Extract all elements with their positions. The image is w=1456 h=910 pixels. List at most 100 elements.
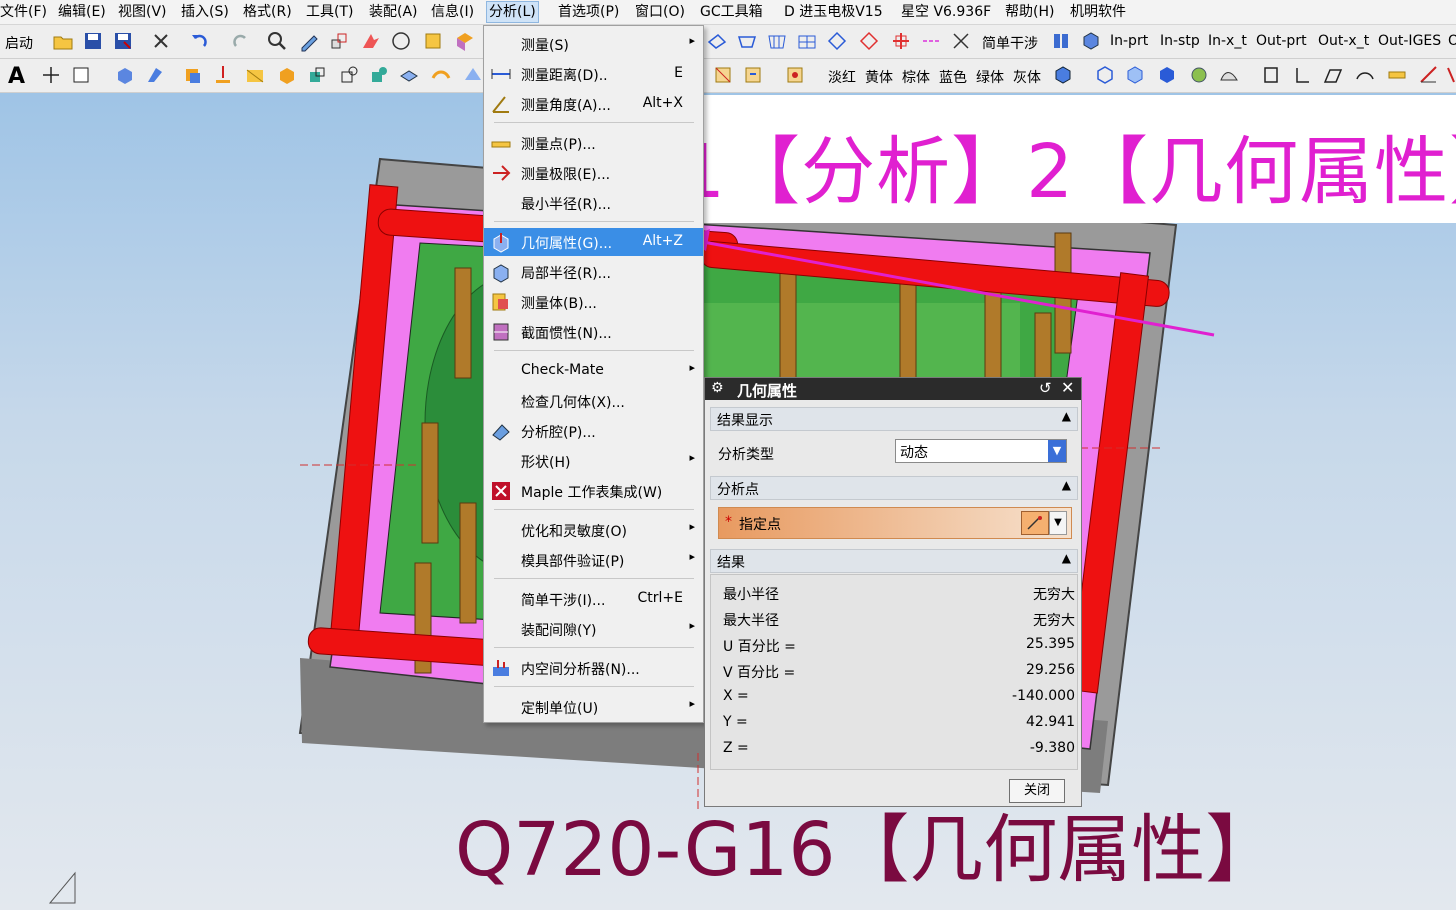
view-cube-icon-1[interactable] [1052,64,1074,86]
menu-measure-angle[interactable]: 测量角度(A)... Alt+X [484,90,703,118]
view-cube-icon-3[interactable] [1124,64,1146,86]
layer-icon[interactable] [422,30,444,52]
start-button[interactable]: 启动 [5,33,33,53]
ruler-icon[interactable] [1418,64,1440,86]
feature-icon-7[interactable] [368,64,390,86]
text-icon[interactable]: A [8,64,30,89]
menu-gc-toolbox[interactable]: GC工具箱 [700,2,763,22]
view-cube-icon-2[interactable] [1094,64,1116,86]
menu-file[interactable]: 文件(F) [0,2,47,22]
view-iso-icon[interactable] [1354,64,1376,86]
undo-icon[interactable] [188,30,210,52]
menu-assembly[interactable]: 装配(A) [369,2,418,22]
zoom-icon[interactable] [266,30,288,52]
menu-preferences[interactable]: 首选项(P) [558,2,619,22]
save-all-icon[interactable] [112,30,134,52]
shape-icon-1[interactable] [706,30,728,52]
menu-jiming[interactable]: 机明软件 [1070,2,1126,22]
feature-icon-5[interactable] [306,64,328,86]
dialog-titlebar[interactable]: ⚙ 几何属性 ↺ ✕ [705,378,1081,400]
menu-xingkong[interactable]: 星空 V6.936F [901,2,991,22]
specify-point-row[interactable]: * 指定点 ▼ [718,507,1072,539]
color-brown-button[interactable]: 棕体 [902,67,930,87]
color-blue-button[interactable]: 蓝色 [939,67,967,87]
extrude-icon[interactable] [144,64,166,86]
menu-measure[interactable]: 测量(S) ▸ [484,30,703,58]
shape-icon-5[interactable] [826,30,848,52]
export-iges-button[interactable]: Out-IGES [1378,33,1441,49]
feature-icon-2[interactable] [212,64,234,86]
shape-icon-2[interactable] [736,30,758,52]
menu-edit[interactable]: 编辑(E) [58,2,106,22]
shape-icon-4[interactable] [796,30,818,52]
line-icon[interactable] [920,30,942,52]
menu-tools[interactable]: 工具(T) [306,2,353,22]
block-icon[interactable] [114,64,136,86]
menu-simple-interference[interactable]: 简单干涉(I)... Ctrl+E [484,585,703,613]
menu-measure-distance[interactable]: 测量距离(D).. E [484,60,703,88]
import-xt-button[interactable]: In-x_t [1208,33,1247,49]
color-light-red-button[interactable]: 淡红 [828,67,856,87]
menu-custom-units[interactable]: 定制单位(U) ▸ [484,693,703,721]
menu-info[interactable]: 信息(I) [431,2,474,22]
more-icon[interactable] [1446,64,1456,86]
collapse-icon[interactable]: ▲ [1062,551,1071,565]
feature-icon-12[interactable] [742,64,764,86]
chevron-down-icon[interactable]: ▼ [1048,440,1066,462]
export-xt-button[interactable]: Out-x_t [1318,33,1369,49]
view-side-icon[interactable] [1292,64,1314,86]
menu-view[interactable]: 视图(V) [118,2,167,22]
export-prt-button[interactable]: Out-prt [1256,33,1307,49]
feature-icon-13[interactable] [784,64,806,86]
menu-section-inertia[interactable]: 截面惯性(N)... [484,318,703,346]
feature-icon-3[interactable] [244,64,266,86]
menu-measure-limit[interactable]: 测量极限(E)... [484,159,703,187]
collapse-icon[interactable]: ▲ [1062,409,1071,423]
analysis-type-select[interactable]: 动态 ▼ [895,439,1067,463]
sphere-icon[interactable] [1188,64,1210,86]
transform-icon[interactable] [328,30,350,52]
feature-icon-11[interactable] [712,64,734,86]
surface-icon[interactable] [1218,64,1240,86]
point-picker-icon[interactable] [1021,511,1049,535]
menu-local-radius[interactable]: 局部半径(R)... [484,258,703,286]
color-green-button[interactable]: 绿体 [976,67,1004,87]
menu-measure-point[interactable]: 测量点(P)... [484,129,703,157]
cross-icon[interactable] [950,30,972,52]
menu-maple[interactable]: Maple 工作表集成(W) [484,477,703,505]
book-icon[interactable] [1050,30,1072,52]
measure-icon[interactable] [1386,64,1408,86]
menu-analysis[interactable]: 分析(L) [486,1,539,23]
collapse-icon[interactable]: ▲ [1062,478,1071,492]
chevron-down-icon[interactable]: ▼ [1049,511,1067,535]
redo-icon[interactable] [230,30,252,52]
menu-help[interactable]: 帮助(H) [1005,2,1054,22]
menu-shape[interactable]: 形状(H) ▸ [484,447,703,475]
menu-measure-body[interactable]: 测量体(B)... [484,288,703,316]
menu-optimization[interactable]: 优化和灵敏度(O) ▸ [484,516,703,544]
gear-icon[interactable]: ⚙ [711,380,724,396]
circle-icon[interactable] [390,30,412,52]
simple-interference-button[interactable]: 简单干涉 [982,33,1038,53]
view-cube-icon-4[interactable] [1156,64,1178,86]
import-prt-button[interactable]: In-prt [1110,33,1148,49]
menu-assembly-clearance[interactable]: 装配间隙(Y) ▸ [484,615,703,643]
import-stp-button[interactable]: In-stp [1160,33,1200,49]
rectangle-icon[interactable] [70,64,92,86]
shape-icon-6[interactable] [858,30,880,52]
select-icon[interactable] [360,30,382,52]
feature-icon-8[interactable] [398,64,420,86]
view-top-icon[interactable] [1322,64,1344,86]
cube-icon[interactable] [1080,30,1102,52]
open-icon[interactable] [52,30,74,52]
reset-icon[interactable]: ↺ [1039,379,1052,397]
feature-icon-10[interactable] [462,64,484,86]
menu-geometric-properties[interactable]: 几何属性(G)... Alt+Z [484,228,703,256]
export-more-button[interactable]: O [1448,33,1456,49]
feature-icon-4[interactable] [276,64,298,86]
plus-icon[interactable] [40,64,62,86]
view-front-icon[interactable] [1260,64,1282,86]
menu-analyze-cavity[interactable]: 分析腔(P)... [484,417,703,445]
menu-insert[interactable]: 插入(S) [181,2,229,22]
feature-icon-6[interactable] [338,64,360,86]
